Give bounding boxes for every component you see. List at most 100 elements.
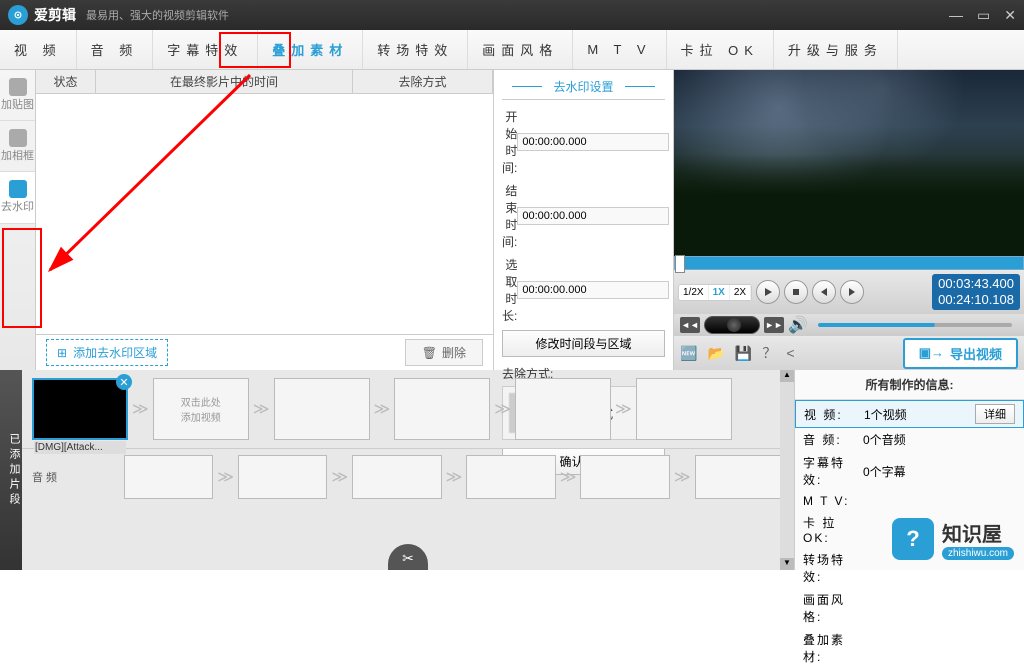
audio-clip-empty[interactable] [352, 455, 441, 499]
modify-range-button[interactable]: 修改时间段与区域 [502, 330, 665, 357]
sidetool-sticker[interactable]: 加贴图 [0, 70, 35, 121]
end-time-label: 结束时间: [502, 182, 517, 250]
prev-frame-button[interactable] [812, 280, 836, 304]
add-watermark-area-button[interactable]: ⊞ 添加去水印区域 [46, 339, 168, 366]
video-clip-empty[interactable] [394, 378, 490, 440]
scroll-down-icon[interactable]: ▼ [780, 558, 794, 570]
main-tabs: 视 频 音 频 字幕特效 叠加素材 转场特效 画面风格 M T V 卡拉 OK … [0, 30, 1024, 70]
tab-mtv[interactable]: M T V [573, 30, 666, 69]
clip-close-icon[interactable]: ✕ [116, 374, 132, 390]
info-row-style: 画面风格: [795, 588, 1024, 628]
stop-button[interactable] [784, 280, 808, 304]
audio-clip-row: 音 频 ≫ ≫ ≫ ≫ ≫ [22, 448, 794, 505]
timeline-body: ✕ [DMG][Attack... ≫ 双击此处 添加视频 ≫ ≫ ≫ ≫ 音 … [22, 370, 794, 570]
tab-style[interactable]: 画面风格 [468, 30, 573, 69]
app-slogan: 最易用、强大的视频剪辑软件 [86, 7, 229, 23]
speed-selector[interactable]: 1/2X 1X 2X [678, 284, 752, 301]
scroll-up-icon[interactable]: ▲ [780, 370, 794, 382]
video-preview[interactable] [674, 70, 1024, 256]
tab-video[interactable]: 视 频 [0, 30, 77, 69]
video-clip-empty[interactable] [636, 378, 732, 440]
video-clip-1[interactable]: ✕ [DMG][Attack... [32, 378, 128, 440]
video-clip-row: ✕ [DMG][Attack... ≫ 双击此处 添加视频 ≫ ≫ ≫ ≫ [22, 370, 794, 448]
tab-subtitle[interactable]: 字幕特效 [153, 30, 258, 69]
timeline-label: 已添加片段 [0, 370, 22, 570]
audio-clip-empty[interactable] [238, 455, 327, 499]
watermark-brand: 知识屋 [942, 518, 1014, 547]
maximize-button[interactable]: ▭ [977, 7, 990, 24]
scrubber[interactable] [674, 256, 1024, 270]
sidebar: 加贴图 加相框 去水印 [0, 70, 36, 370]
duration-input[interactable] [517, 281, 669, 299]
jog-wheel[interactable] [704, 316, 760, 334]
info-title: 所有制作的信息: [795, 370, 1024, 400]
watermark-list-panel: 状态 在最终影片中的时间 去除方式 ⊞ 添加去水印区域 🗑 删除 [36, 70, 494, 370]
save-icon[interactable]: 💾 [735, 345, 752, 362]
info-row-video[interactable]: 视 频: 1个视频 详细 [795, 400, 1024, 428]
volume-icon[interactable]: 🔊 [788, 315, 808, 335]
next-clip-button[interactable]: ►► [764, 317, 784, 333]
tab-overlay[interactable]: 叠加素材 [258, 30, 363, 69]
audio-clip-empty[interactable] [124, 455, 213, 499]
play-button[interactable] [756, 280, 780, 304]
col-time: 在最终影片中的时间 [96, 70, 353, 93]
info-row-audio: 音 频:0个音频 [795, 428, 1024, 451]
scrubber-handle[interactable] [675, 255, 685, 273]
info-row-overlay: 叠加素材: [795, 628, 1024, 668]
timeline-scrollbar[interactable]: ▲ ▼ [780, 370, 794, 570]
audio-clip-empty[interactable] [695, 455, 784, 499]
detail-button[interactable]: 详细 [975, 404, 1015, 424]
prev-clip-button[interactable]: ◄◄ [680, 317, 700, 333]
watermark-icon [9, 180, 27, 198]
audio-row-label: 音 频 [32, 469, 114, 485]
tab-transition[interactable]: 转场特效 [363, 30, 468, 69]
site-watermark: ? 知识屋 zhishiwu.com [892, 518, 1014, 560]
video-clip-empty[interactable] [515, 378, 611, 440]
sticker-icon [9, 78, 27, 96]
watermark-logo-icon: ? [892, 518, 934, 560]
start-time-label: 开始时间: [502, 108, 517, 176]
video-clip-empty[interactable] [274, 378, 370, 440]
scissors-button[interactable]: ✂ [388, 544, 428, 570]
app-logo-icon [8, 5, 28, 25]
volume-slider[interactable] [818, 323, 1012, 327]
video-clip-empty[interactable]: 双击此处 添加视频 [153, 378, 249, 440]
info-row-mtv: M T V: [795, 491, 1024, 511]
app-name: 爱剪辑 [34, 5, 76, 25]
tab-upgrade[interactable]: 升级与服务 [774, 30, 898, 69]
delete-button[interactable]: 🗑 删除 [405, 339, 483, 366]
audio-clip-empty[interactable] [466, 455, 555, 499]
trash-icon: 🗑 [422, 346, 437, 360]
new-icon[interactable]: 🆕 [680, 345, 697, 362]
start-time-input[interactable] [517, 133, 669, 151]
export-video-button[interactable]: ▣→ 导出视频 [903, 338, 1018, 369]
timecode-display: 00:03:43.400 00:24:10.108 [932, 274, 1020, 309]
sidetool-watermark[interactable]: 去水印 [0, 172, 35, 223]
next-frame-button[interactable] [840, 280, 864, 304]
col-status: 状态 [36, 70, 96, 93]
close-button[interactable]: ✕ [1004, 7, 1016, 24]
open-icon[interactable]: 📂 [707, 345, 724, 362]
settings-title: 去水印设置 [502, 78, 665, 100]
clip-caption: [DMG][Attack... [34, 441, 126, 454]
share-icon[interactable]: < [786, 345, 794, 361]
playback-controls: 1/2X 1X 2X 00:03:43.400 00:24:10.108 [674, 270, 1024, 314]
preview-panel: 1/2X 1X 2X 00:03:43.400 00:24:10.108 ◄◄ … [674, 70, 1024, 370]
tab-karaoke[interactable]: 卡拉 OK [667, 30, 774, 69]
duration-label: 选取时长: [502, 256, 517, 324]
help-icon[interactable]: ？ [762, 343, 776, 363]
title-bar: 爱剪辑 最易用、强大的视频剪辑软件 — ▭ ✕ [0, 0, 1024, 30]
export-icon: ▣→ [919, 345, 944, 361]
tab-audio[interactable]: 音 频 [77, 30, 154, 69]
info-row-subtitle: 字幕特效:0个字幕 [795, 451, 1024, 491]
audio-clip-empty[interactable] [580, 455, 669, 499]
total-time: 00:24:10.108 [938, 292, 1014, 308]
frame-icon [9, 129, 27, 147]
end-time-input[interactable] [517, 207, 669, 225]
watermark-url: zhishiwu.com [942, 547, 1014, 560]
sidetool-frame[interactable]: 加相框 [0, 121, 35, 172]
watermark-list-body [36, 94, 493, 334]
minimize-button[interactable]: — [949, 7, 963, 24]
add-icon: ⊞ [57, 346, 67, 360]
col-method: 去除方式 [353, 70, 493, 93]
